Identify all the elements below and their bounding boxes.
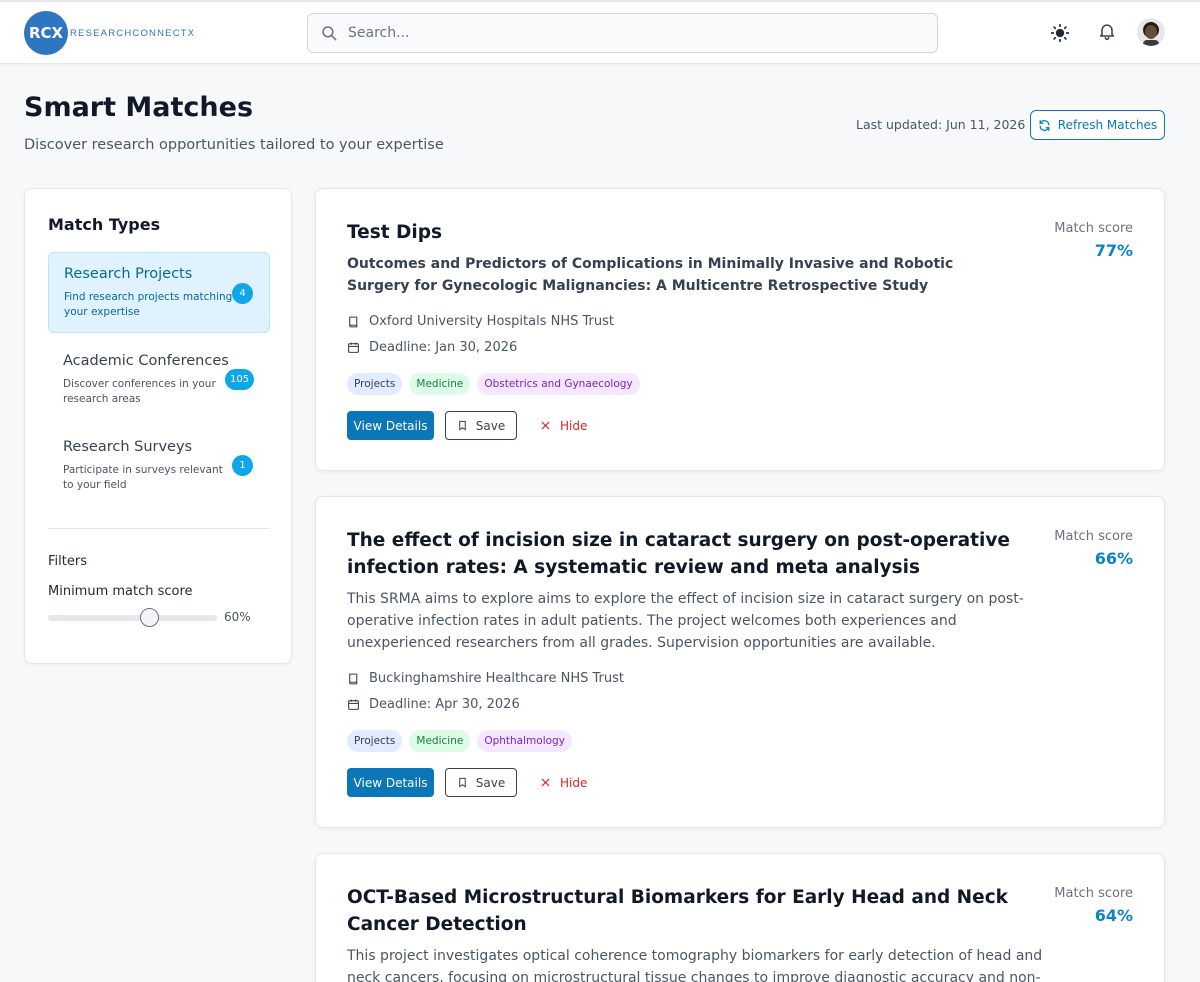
- view-details-button[interactable]: View Details: [347, 411, 434, 440]
- last-updated-text: Last updated: Jun 11, 2026: [856, 117, 1026, 132]
- card-title[interactable]: OCT-Based Microstructural Biomarkers for…: [347, 884, 1037, 938]
- save-button[interactable]: Save: [445, 411, 517, 440]
- close-icon: [541, 421, 550, 430]
- refresh-matches-label: Refresh Matches: [1057, 118, 1158, 132]
- institution-row: Oxford University Hospitals NHS Trust: [347, 314, 614, 329]
- book-icon: [349, 673, 358, 684]
- match-score-label: Match score: [1054, 221, 1133, 236]
- tag-list: Projects Medicine Obstetrics and Gynaeco…: [347, 373, 640, 395]
- calendar-icon: [348, 342, 359, 353]
- sidebar-divider: [48, 528, 270, 529]
- match-card: OCT-Based Microstructural Biomarkers for…: [315, 853, 1165, 982]
- match-score-value: 64%: [1094, 906, 1133, 925]
- sidebar-item-label: Research Surveys: [63, 439, 193, 455]
- card-actions: View Details Save Hide: [347, 411, 587, 440]
- logo-mark: RCX: [24, 11, 68, 55]
- tag-list: Projects Medicine Ophthalmology: [347, 730, 572, 752]
- match-types-sidebar: Match Types Research Projects Find resea…: [24, 188, 292, 664]
- top-navbar: RCX RESEARCHCONNECTX: [0, 0, 1200, 64]
- deadline-row: Deadline: Jan 30, 2026: [347, 340, 517, 355]
- save-label: Save: [475, 418, 506, 433]
- save-label: Save: [475, 775, 506, 790]
- tag-specialty: Obstetrics and Gynaecology: [477, 373, 640, 395]
- logo-text: RESEARCHCONNECTX: [70, 27, 196, 39]
- save-button[interactable]: Save: [445, 768, 517, 797]
- page-subtitle: Discover research opportunities tailored…: [24, 137, 444, 153]
- min-score-slider-track[interactable]: [48, 615, 217, 621]
- sidebar-item-academic-conferences[interactable]: Academic Conferences Discover conference…: [48, 339, 270, 419]
- sidebar-item-label: Academic Conferences: [63, 353, 229, 369]
- match-card: Test Dips Outcomes and Predictors of Com…: [315, 188, 1165, 471]
- book-icon: [349, 316, 358, 327]
- view-details-button[interactable]: View Details: [347, 768, 434, 797]
- hide-label: Hide: [560, 418, 588, 433]
- refresh-icon: [1039, 119, 1050, 131]
- count-badge: 105: [225, 369, 255, 390]
- card-title[interactable]: Test Dips: [347, 219, 1037, 246]
- avatar[interactable]: [1137, 18, 1165, 46]
- institution-text: Buckinghamshire Healthcare NHS Trust: [369, 671, 624, 686]
- min-score-value: 60%: [224, 610, 251, 624]
- min-score-slider-thumb[interactable]: [139, 608, 159, 627]
- logo[interactable]: RCX RESEARCHCONNECTX: [24, 11, 195, 55]
- match-score-value: 77%: [1094, 241, 1133, 260]
- match-score-label: Match score: [1054, 529, 1133, 544]
- match-score-label: Match score: [1054, 886, 1133, 901]
- match-score-value: 66%: [1094, 549, 1133, 568]
- tag-medicine: Medicine: [409, 373, 471, 395]
- deadline-text: Deadline: Apr 30, 2026: [369, 697, 520, 712]
- tag-projects: Projects: [347, 373, 403, 395]
- close-icon: [541, 778, 550, 787]
- search-input[interactable]: [348, 15, 908, 51]
- hide-label: Hide: [560, 775, 588, 790]
- sidebar-item-label: Research Projects: [64, 266, 193, 282]
- institution-row: Buckinghamshire Healthcare NHS Trust: [347, 671, 624, 686]
- sidebar-item-research-projects[interactable]: Research Projects Find research projects…: [48, 252, 270, 333]
- page-title: Smart Matches: [24, 92, 254, 123]
- card-description: This SRMA aims to explore aims to explor…: [347, 591, 1024, 651]
- search-bar[interactable]: [307, 13, 938, 53]
- card-actions: View Details Save Hide: [347, 768, 587, 797]
- sidebar-item-desc: Find research projects matching your exp…: [64, 291, 233, 318]
- count-badge: 1: [232, 455, 253, 476]
- card-description: This project investigates optical cohere…: [347, 948, 1043, 982]
- card-title[interactable]: The effect of incision size in cataract …: [347, 527, 1037, 581]
- institution-text: Oxford University Hospitals NHS Trust: [369, 314, 614, 329]
- match-card: The effect of incision size in cataract …: [315, 496, 1165, 828]
- sidebar-item-desc: Participate in surveys relevant to your …: [63, 464, 223, 491]
- sidebar-item-research-surveys[interactable]: Research Surveys Participate in surveys …: [48, 425, 270, 505]
- bell-icon[interactable]: [1097, 21, 1117, 41]
- card-subtitle: Outcomes and Predictors of Complications…: [347, 256, 954, 294]
- sun-icon[interactable]: [1050, 23, 1070, 43]
- tag-specialty: Ophthalmology: [477, 730, 572, 752]
- search-icon: [322, 26, 337, 41]
- calendar-icon: [348, 699, 359, 710]
- sidebar-title: Match Types: [48, 215, 161, 234]
- hide-button[interactable]: Hide: [540, 411, 587, 440]
- sidebar-item-desc: Discover conferences in your research ar…: [63, 378, 216, 405]
- bookmark-icon: [459, 420, 466, 431]
- tag-projects: Projects: [347, 730, 403, 752]
- count-badge: 4: [232, 283, 253, 304]
- filters-label: Filters: [48, 554, 87, 569]
- deadline-row: Deadline: Apr 30, 2026: [347, 697, 520, 712]
- refresh-matches-button[interactable]: Refresh Matches: [1030, 110, 1165, 140]
- hide-button[interactable]: Hide: [540, 768, 587, 797]
- min-score-label: Minimum match score: [48, 584, 193, 599]
- bookmark-icon: [459, 777, 466, 788]
- tag-medicine: Medicine: [409, 730, 471, 752]
- deadline-text: Deadline: Jan 30, 2026: [369, 340, 518, 355]
